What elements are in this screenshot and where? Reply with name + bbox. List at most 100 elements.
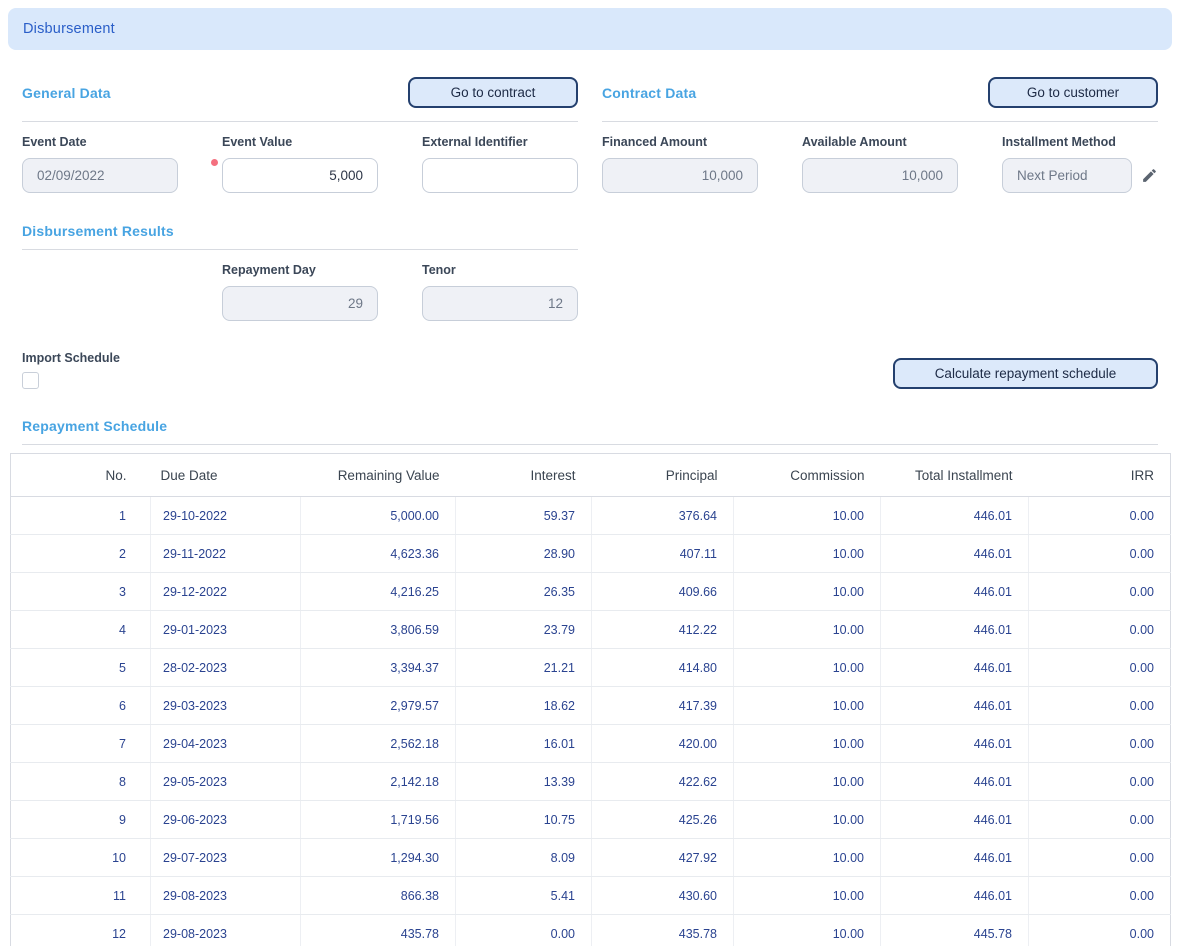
cell-principal: 407.11	[592, 535, 734, 573]
cell-interest: 21.21	[456, 649, 592, 687]
cell-no: 8	[11, 763, 151, 801]
cell-total-installment: 446.01	[881, 573, 1029, 611]
cell-due-date: 29-08-2023	[151, 915, 301, 946]
disbursement-results-title: Disbursement Results	[22, 223, 174, 239]
cell-total-installment: 446.01	[881, 649, 1029, 687]
cell-interest: 10.75	[456, 801, 592, 839]
cell-commission: 10.00	[734, 497, 881, 535]
cell-interest: 18.62	[456, 687, 592, 725]
cell-irr: 0.00	[1029, 839, 1171, 877]
cell-commission: 10.00	[734, 915, 881, 946]
cell-interest: 5.41	[456, 877, 592, 915]
table-row[interactable]: 929-06-20231,719.5610.75425.2610.00446.0…	[11, 801, 1171, 839]
table-row[interactable]: 329-12-20224,216.2526.35409.6610.00446.0…	[11, 573, 1171, 611]
cell-irr: 0.00	[1029, 915, 1171, 946]
cell-no: 12	[11, 915, 151, 946]
cell-principal: 422.62	[592, 763, 734, 801]
cell-principal: 435.78	[592, 915, 734, 946]
pencil-icon[interactable]	[1141, 167, 1158, 184]
cell-principal: 409.66	[592, 573, 734, 611]
cell-interest: 23.79	[456, 611, 592, 649]
cell-irr: 0.00	[1029, 877, 1171, 915]
column-header-interest: Interest	[456, 454, 592, 497]
cell-irr: 0.00	[1029, 573, 1171, 611]
cell-irr: 0.00	[1029, 611, 1171, 649]
cell-total-installment: 446.01	[881, 687, 1029, 725]
cell-irr: 0.00	[1029, 497, 1171, 535]
installment-method-label: Installment Method	[1002, 135, 1158, 149]
cell-interest: 28.90	[456, 535, 592, 573]
table-row[interactable]: 229-11-20224,623.3628.90407.1110.00446.0…	[11, 535, 1171, 573]
repayment-day-input	[222, 286, 378, 321]
section-divider	[22, 444, 1158, 445]
cell-remaining-value: 1,294.30	[301, 839, 456, 877]
cell-principal: 417.39	[592, 687, 734, 725]
cell-no: 7	[11, 725, 151, 763]
repayment-schedule-title: Repayment Schedule	[22, 418, 1158, 434]
general-data-section: General Data Go to contract Event Date E…	[22, 77, 578, 193]
event-date-input	[22, 158, 178, 193]
cell-due-date: 28-02-2023	[151, 649, 301, 687]
cell-total-installment: 446.01	[881, 725, 1029, 763]
cell-commission: 10.00	[734, 573, 881, 611]
repayment-schedule-table: No.Due DateRemaining ValueInterestPrinci…	[10, 453, 1171, 946]
cell-interest: 16.01	[456, 725, 592, 763]
event-value-input[interactable]	[222, 158, 378, 193]
table-row[interactable]: 629-03-20232,979.5718.62417.3910.00446.0…	[11, 687, 1171, 725]
cell-due-date: 29-06-2023	[151, 801, 301, 839]
cell-irr: 0.00	[1029, 687, 1171, 725]
column-header-remaining-value: Remaining Value	[301, 454, 456, 497]
cell-principal: 414.80	[592, 649, 734, 687]
table-row[interactable]: 129-10-20225,000.0059.37376.6410.00446.0…	[11, 497, 1171, 535]
contract-data-title: Contract Data	[602, 85, 696, 101]
cell-commission: 10.00	[734, 763, 881, 801]
cell-no: 4	[11, 611, 151, 649]
cell-remaining-value: 2,142.18	[301, 763, 456, 801]
financed-amount-input	[602, 158, 758, 193]
cell-principal: 427.92	[592, 839, 734, 877]
table-row[interactable]: 528-02-20233,394.3721.21414.8010.00446.0…	[11, 649, 1171, 687]
cell-due-date: 29-01-2023	[151, 611, 301, 649]
table-row[interactable]: 1129-08-2023866.385.41430.6010.00446.010…	[11, 877, 1171, 915]
cell-commission: 10.00	[734, 535, 881, 573]
section-divider	[602, 121, 1158, 122]
cell-commission: 10.00	[734, 725, 881, 763]
table-row[interactable]: 1029-07-20231,294.308.09427.9210.00446.0…	[11, 839, 1171, 877]
import-schedule-checkbox[interactable]	[22, 372, 39, 389]
cell-commission: 10.00	[734, 877, 881, 915]
cell-remaining-value: 866.38	[301, 877, 456, 915]
cell-irr: 0.00	[1029, 725, 1171, 763]
cell-due-date: 29-08-2023	[151, 877, 301, 915]
cell-remaining-value: 3,806.59	[301, 611, 456, 649]
cell-no: 10	[11, 839, 151, 877]
cell-remaining-value: 5,000.00	[301, 497, 456, 535]
table-row[interactable]: 429-01-20233,806.5923.79412.2210.00446.0…	[11, 611, 1171, 649]
cell-no: 11	[11, 877, 151, 915]
external-identifier-label: External Identifier	[422, 135, 578, 149]
cell-interest: 13.39	[456, 763, 592, 801]
section-divider	[22, 249, 578, 250]
cell-total-installment: 446.01	[881, 877, 1029, 915]
cell-no: 9	[11, 801, 151, 839]
page-title: Disbursement	[8, 8, 1172, 50]
cell-due-date: 29-07-2023	[151, 839, 301, 877]
table-row[interactable]: 829-05-20232,142.1813.39422.6210.00446.0…	[11, 763, 1171, 801]
table-header-row: No.Due DateRemaining ValueInterestPrinci…	[11, 454, 1171, 497]
cell-remaining-value: 1,719.56	[301, 801, 456, 839]
cell-principal: 430.60	[592, 877, 734, 915]
available-amount-input	[802, 158, 958, 193]
go-to-customer-button[interactable]: Go to customer	[988, 77, 1158, 108]
general-data-title: General Data	[22, 85, 111, 101]
cell-commission: 10.00	[734, 611, 881, 649]
table-row[interactable]: 729-04-20232,562.1816.01420.0010.00446.0…	[11, 725, 1171, 763]
table-row[interactable]: 1229-08-2023435.780.00435.7810.00445.780…	[11, 915, 1171, 946]
go-to-contract-button[interactable]: Go to contract	[408, 77, 578, 108]
column-header-no: No.	[11, 454, 151, 497]
external-identifier-input[interactable]	[422, 158, 578, 193]
cell-interest: 26.35	[456, 573, 592, 611]
cell-principal: 425.26	[592, 801, 734, 839]
tenor-label: Tenor	[422, 263, 578, 277]
cell-remaining-value: 2,562.18	[301, 725, 456, 763]
cell-due-date: 29-11-2022	[151, 535, 301, 573]
calculate-repayment-schedule-button[interactable]: Calculate repayment schedule	[893, 358, 1158, 389]
